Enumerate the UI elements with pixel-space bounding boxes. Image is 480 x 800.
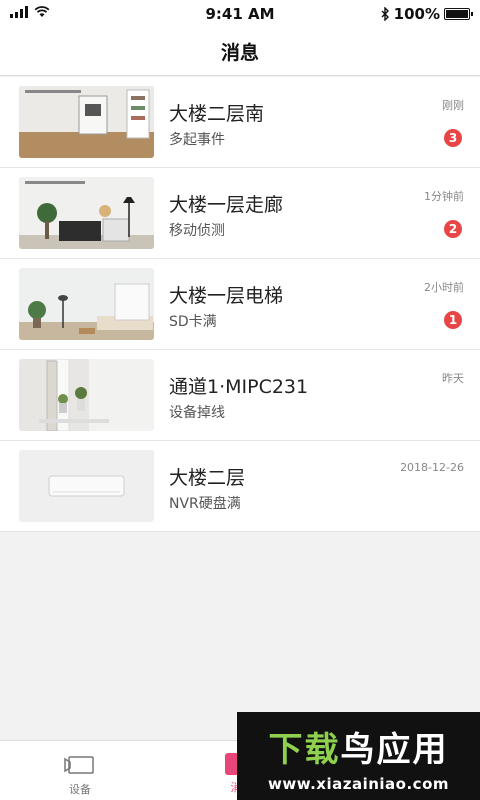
message-subtitle: 设备掉线 bbox=[169, 405, 225, 421]
watermark-text-a: 下载 bbox=[268, 730, 341, 770]
message-subtitle: NVR硬盘满 bbox=[169, 496, 241, 512]
list-item[interactable]: 通道1·MIPC231 设备掉线 昨天 bbox=[0, 350, 480, 441]
message-time: 刚刚 bbox=[442, 99, 464, 112]
list-item[interactable]: 大楼一层电梯 SD卡满 2小时前 1 bbox=[0, 259, 480, 350]
message-time: 2小时前 bbox=[424, 281, 464, 294]
watermark-text-b: 鸟 bbox=[340, 730, 377, 770]
tab-label: 设备 bbox=[69, 783, 91, 796]
message-subtitle: 移动侦测 bbox=[169, 223, 225, 239]
message-title: 大楼二层南 bbox=[169, 103, 265, 125]
bluetooth-icon bbox=[381, 7, 389, 21]
message-title: 大楼二层 bbox=[169, 467, 246, 489]
watermark-overlay: 下载鸟应用 www.xiazainiao.com bbox=[237, 712, 480, 800]
thumbnail-image bbox=[19, 450, 154, 522]
unread-badge: 1 bbox=[444, 311, 462, 329]
status-right: 100% bbox=[381, 5, 473, 23]
list-item[interactable]: 大楼二层 NVR硬盘满 2018-12-26 bbox=[0, 441, 480, 532]
nav-bar: 消息 bbox=[0, 28, 480, 76]
list-item[interactable]: 大楼二层南 多起事件 刚刚 3 bbox=[0, 77, 480, 168]
message-time: 2018-12-26 bbox=[400, 461, 464, 474]
message-title: 大楼一层走廊 bbox=[169, 194, 284, 216]
battery-percent: 100% bbox=[393, 5, 440, 23]
watermark-url: www.xiazainiao.com bbox=[267, 775, 450, 793]
message-time: 昨天 bbox=[442, 372, 464, 385]
list-item[interactable]: 大楼一层走廊 移动侦测 1分钟前 2 bbox=[0, 168, 480, 259]
message-subtitle: 多起事件 bbox=[169, 132, 225, 148]
watermark-logo: 下载鸟应用 bbox=[237, 722, 480, 771]
thumbnail-image bbox=[19, 359, 154, 431]
watermark-text-c: 应用 bbox=[376, 730, 449, 770]
message-list: 大楼二层南 多起事件 刚刚 3 大楼一层走廊 移动侦测 1分钟前 2 大楼一层电… bbox=[0, 77, 480, 532]
unread-badge: 3 bbox=[444, 129, 462, 147]
tab-devices[interactable]: 设备 bbox=[50, 749, 110, 797]
thumbnail-image bbox=[19, 268, 154, 340]
thumbnail-image bbox=[19, 177, 154, 249]
status-bar: 9:41 AM 100% bbox=[0, 0, 480, 28]
unread-badge: 2 bbox=[444, 220, 462, 238]
message-subtitle: SD卡满 bbox=[169, 314, 217, 330]
message-title: 大楼一层电梯 bbox=[169, 285, 284, 307]
page-title: 消息 bbox=[220, 42, 259, 64]
thumbnail-image bbox=[19, 86, 154, 158]
battery-icon bbox=[444, 8, 473, 20]
message-title: 通道1·MIPC231 bbox=[169, 376, 309, 398]
message-time: 1分钟前 bbox=[424, 190, 464, 203]
camera-icon bbox=[64, 756, 94, 774]
battery-fill bbox=[446, 10, 468, 18]
